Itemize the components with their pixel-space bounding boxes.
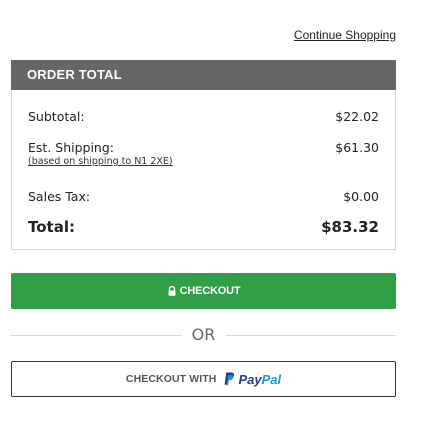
continue-shopping-link[interactable]: Continue Shopping xyxy=(294,28,396,42)
shipping-value: $61.30 xyxy=(335,140,379,155)
subtotal-label: Subtotal: xyxy=(28,109,85,124)
total-label: Total: xyxy=(28,218,75,236)
order-total-panel: ORDER TOTAL Subtotal: $22.02 Est. Shippi… xyxy=(11,60,396,250)
paypal-checkout-button[interactable]: CHECKOUT WITH PayPal xyxy=(11,361,396,397)
subtotal-value: $22.02 xyxy=(335,109,379,124)
shipping-label: Est. Shipping: xyxy=(28,140,114,155)
paypal-icon xyxy=(225,372,235,386)
checkout-button-label: CHECKOUT xyxy=(179,285,241,297)
or-divider: OR xyxy=(11,325,396,345)
paypal-button-prefix: CHECKOUT WITH xyxy=(125,373,217,385)
checkout-button[interactable]: CHECKOUT xyxy=(11,273,396,309)
paypal-logo-pay: Pay xyxy=(238,371,262,387)
lock-icon xyxy=(168,286,176,296)
sales-tax-value: $0.00 xyxy=(343,189,379,204)
divider-line-right xyxy=(226,335,396,336)
paypal-logo-text: PayPal xyxy=(238,372,281,387)
sales-tax-label: Sales Tax: xyxy=(28,189,91,204)
order-total-header: ORDER TOTAL xyxy=(11,60,396,90)
paypal-logo-pal: Pal xyxy=(261,371,282,387)
shipping-destination-link[interactable]: (based on shipping to N1 2XE) xyxy=(28,156,173,167)
total-value: $83.32 xyxy=(321,218,379,236)
